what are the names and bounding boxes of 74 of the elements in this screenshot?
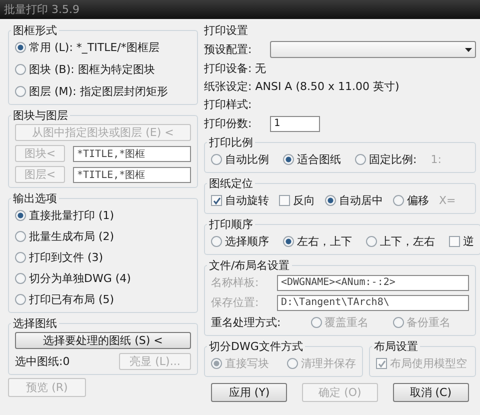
radio-button[interactable] (393, 195, 404, 206)
field-label: 名称样板: (211, 275, 260, 290)
field-label: X= (439, 194, 456, 207)
group-title: 图纸定位 (208, 176, 254, 191)
option-label: 上下，左右 (380, 234, 435, 249)
check-icon (378, 360, 386, 368)
option-label: 打印到文件 (3) (29, 250, 104, 265)
section-title: 打印设置 (204, 23, 249, 38)
radio-button[interactable] (15, 64, 26, 75)
radio-button[interactable] (283, 236, 294, 247)
option-label: 直接批量打印 (1) (29, 208, 114, 223)
field-label: 重名处理方式: (211, 315, 281, 330)
group-title: 布局设置 (373, 339, 419, 354)
option-label: 自动居中 (339, 193, 383, 208)
check-icon (212, 196, 220, 204)
dialog-button[interactable]: 应用 (Y) (211, 383, 288, 402)
copies-field[interactable]: 1 (270, 116, 320, 132)
field-label: 1: (430, 153, 442, 166)
paper-text: 纸张设定: ANSI A (8.50 x 11.00 英寸) (204, 79, 400, 94)
radio-button[interactable] (325, 195, 336, 206)
dialog-button[interactable]: 取消 (C) (392, 383, 469, 402)
checkbox[interactable] (449, 236, 460, 247)
device-text: 打印设备: 无 (204, 61, 268, 76)
field-label: 保存位置: (211, 295, 260, 310)
radio-button[interactable] (15, 210, 26, 221)
option-label: 图层 (M): 指定图层封闭矩形 (29, 84, 168, 99)
field-label: 预设配置: (204, 42, 253, 57)
option-label: 固定比例: (369, 152, 417, 167)
option-label: 选择顺序 (225, 234, 269, 249)
group-title: 图块与图层 (12, 108, 69, 123)
group-title: 选择图纸 (12, 316, 58, 331)
option-label: 适合图纸 (297, 152, 341, 167)
window-title: 批量打印 3.5.9 (4, 2, 80, 17)
option-label: 切分为单独DWG (4) (29, 271, 131, 286)
radio-button[interactable] (355, 154, 366, 165)
radio-button[interactable] (15, 42, 26, 53)
checkbox[interactable] (211, 195, 222, 206)
option-label: 批量生成布局 (2) (29, 229, 114, 244)
caret-icon (465, 48, 472, 52)
select-drawings-button[interactable]: 选择要处理的图纸 (S) < (15, 332, 191, 349)
group-title: 切分DWG文件方式 (208, 339, 304, 354)
radio-button[interactable] (366, 236, 377, 247)
group-title: 打印比例 (208, 135, 254, 150)
style-text: 打印样式: (204, 97, 253, 112)
group-title: 输出选项 (12, 191, 58, 206)
radio-button[interactable] (15, 252, 26, 263)
option-label: 覆盖重名 (324, 315, 369, 330)
radio-button[interactable] (211, 154, 222, 165)
option-label: 图块 (B): 图框为特定图块 (29, 62, 155, 77)
field-label: 打印份数: (204, 116, 253, 131)
radio-button[interactable] (211, 236, 222, 247)
option-label: 常用 (L): *_TITLE/*图框层 (29, 40, 160, 55)
group-title: 文件/布局名设置 (208, 258, 291, 273)
option-label: 逆 (463, 234, 474, 249)
group-title: 打印顺序 (208, 217, 254, 232)
checkbox[interactable] (279, 195, 290, 206)
option-label: 自动旋转 (225, 193, 269, 208)
selected-count: 选中图纸:0 (15, 354, 70, 369)
group-title: 图框形式 (12, 23, 58, 38)
radio-button[interactable] (15, 231, 26, 242)
radio-button[interactable] (15, 273, 26, 284)
radio-button[interactable] (283, 154, 294, 165)
option-label: 直接写块 (225, 356, 269, 371)
option-label: 清理并保存 (301, 356, 356, 371)
radio-button[interactable] (15, 294, 26, 305)
option-label: 自动比例 (225, 152, 269, 167)
option-label: 布局使用模型空 (390, 356, 467, 371)
radio-button[interactable] (15, 86, 26, 97)
preset-dropdown[interactable] (270, 41, 476, 58)
option-label: 备份重名 (406, 315, 451, 330)
option-label: 偏移 (407, 193, 429, 208)
option-label: 打印已有布局 (5) (29, 292, 114, 307)
option-label: 左右，上下 (297, 234, 352, 249)
option-label: 反向 (293, 193, 315, 208)
